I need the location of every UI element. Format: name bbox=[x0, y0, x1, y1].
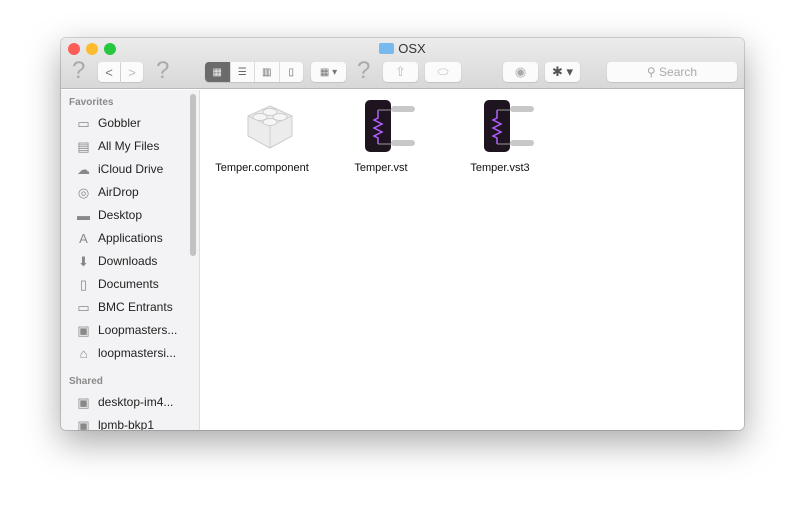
vst-plugin-icon bbox=[365, 100, 415, 152]
cloud-icon: ☁ bbox=[77, 161, 90, 177]
coverflow-view-button[interactable]: ▯ bbox=[278, 62, 303, 82]
sidebar-item[interactable]: ▣ Loopmasters... bbox=[75, 320, 177, 340]
computer-icon: ▣ bbox=[77, 394, 90, 410]
all-files-icon: ▤ bbox=[77, 138, 90, 154]
sidebar-item[interactable]: ▤ All My Files bbox=[75, 136, 159, 156]
desktop-icon: ▬ bbox=[77, 207, 90, 223]
sidebar-item-label: desktop-im4... bbox=[98, 395, 174, 409]
sidebar-item-label: Gobbler bbox=[98, 116, 141, 130]
file-item[interactable]: Temper.vst3 bbox=[445, 98, 555, 174]
sidebar-item-label: Documents bbox=[98, 277, 159, 291]
sidebar: Favorites ▭ Gobbler ▤ All My Files ☁ iCloud D… bbox=[61, 90, 200, 430]
sidebar-item[interactable]: ▯ Documents bbox=[75, 274, 159, 294]
sidebar-item[interactable]: A Applications bbox=[75, 228, 163, 248]
sidebar-item[interactable]: ◎ AirDrop bbox=[75, 182, 139, 202]
sidebar-item[interactable]: ▬ Desktop bbox=[75, 205, 142, 225]
favorites-header: Favorites bbox=[69, 97, 114, 108]
column-view-button[interactable]: ▥ bbox=[254, 62, 279, 82]
help-icon[interactable]: ? bbox=[357, 57, 370, 85]
computer-icon: ▣ bbox=[77, 417, 90, 431]
file-name: Temper.vst3 bbox=[470, 162, 530, 174]
sidebar-item-label: BMC Entrants bbox=[98, 300, 173, 314]
quicklook-eye-button[interactable]: ◉ bbox=[503, 62, 538, 82]
file-item[interactable]: Temper.component bbox=[207, 98, 317, 174]
documents-icon: ▯ bbox=[79, 276, 88, 292]
folder-icon: ▭ bbox=[77, 115, 90, 131]
help-icon[interactable]: ? bbox=[156, 57, 169, 85]
forward-button[interactable]: > bbox=[121, 62, 143, 82]
sidebar-item-label: Desktop bbox=[98, 208, 143, 222]
search-icon: ⚲ bbox=[646, 65, 660, 79]
home-icon: ⌂ bbox=[79, 345, 88, 361]
sidebar-item[interactable]: ▣ lpmb-bkp1 bbox=[75, 415, 155, 431]
file-item[interactable]: Temper.vst bbox=[326, 98, 436, 174]
list-view-button[interactable]: ☰ bbox=[229, 62, 254, 82]
vst-plugin-icon bbox=[484, 100, 534, 152]
view-switcher: ▦ ☰ ▥ ▯ bbox=[205, 62, 303, 82]
sidebar-item-label: Loopmasters... bbox=[98, 323, 178, 337]
sidebar-item-label: All My Files bbox=[98, 139, 160, 153]
sidebar-item-label: Downloads bbox=[98, 254, 158, 268]
toolbar: OSX ? < > ? ▦ ☰ ▥ ▯ ▦ ▾ ? ⇧ ⬭ ◉ ✱ ▾ ⚲ Se… bbox=[61, 38, 744, 89]
sidebar-item-label: iCloud Drive bbox=[98, 162, 164, 176]
sidebar-item[interactable]: ▣ desktop-im4... bbox=[75, 392, 173, 412]
drive-icon: ▣ bbox=[77, 322, 90, 338]
search-field[interactable]: ⚲ Search bbox=[607, 62, 737, 82]
search-placeholder: Search bbox=[659, 65, 698, 79]
gear-action-button[interactable]: ✱ ▾ bbox=[545, 62, 580, 82]
finder-window: OSX ? < > ? ▦ ☰ ▥ ▯ ▦ ▾ ? ⇧ ⬭ ◉ ✱ ▾ ⚲ Se… bbox=[61, 38, 744, 430]
folder-icon: ▭ bbox=[77, 299, 90, 315]
sidebar-item[interactable]: ☁ iCloud Drive bbox=[75, 159, 163, 179]
sidebar-item-label: AirDrop bbox=[98, 185, 139, 199]
share-button[interactable]: ⇧ bbox=[383, 62, 418, 82]
arrange-button[interactable]: ▦ ▾ bbox=[311, 62, 346, 82]
sidebar-item[interactable]: ⌂ loopmastersi... bbox=[75, 343, 176, 363]
file-name: Temper.vst bbox=[354, 162, 408, 174]
sidebar-item[interactable]: ▭ Gobbler bbox=[75, 113, 141, 133]
sidebar-item[interactable]: ▭ BMC Entrants bbox=[75, 297, 173, 317]
window-title: OSX bbox=[61, 41, 744, 56]
sidebar-scrollbar[interactable] bbox=[190, 94, 196, 256]
help-icon[interactable]: ? bbox=[72, 57, 85, 85]
sidebar-item-label: lpmb-bkp1 bbox=[98, 418, 155, 430]
file-name: Temper.component bbox=[215, 162, 309, 174]
icon-view-button[interactable]: ▦ bbox=[205, 62, 230, 82]
folder-icon bbox=[379, 43, 395, 54]
airdrop-icon: ◎ bbox=[77, 184, 90, 200]
download-icon: ⬇ bbox=[78, 253, 89, 269]
back-button[interactable]: < bbox=[98, 62, 120, 82]
applications-icon: A bbox=[79, 230, 88, 246]
shared-header: Shared bbox=[69, 376, 103, 387]
sidebar-item-label: loopmastersi... bbox=[98, 346, 177, 360]
sidebar-item-label: Applications bbox=[98, 231, 163, 245]
tag-button[interactable]: ⬭ bbox=[425, 62, 461, 82]
component-lego-icon bbox=[247, 105, 293, 149]
sidebar-item[interactable]: ⬇ Downloads bbox=[75, 251, 157, 271]
title-text: OSX bbox=[398, 41, 426, 56]
